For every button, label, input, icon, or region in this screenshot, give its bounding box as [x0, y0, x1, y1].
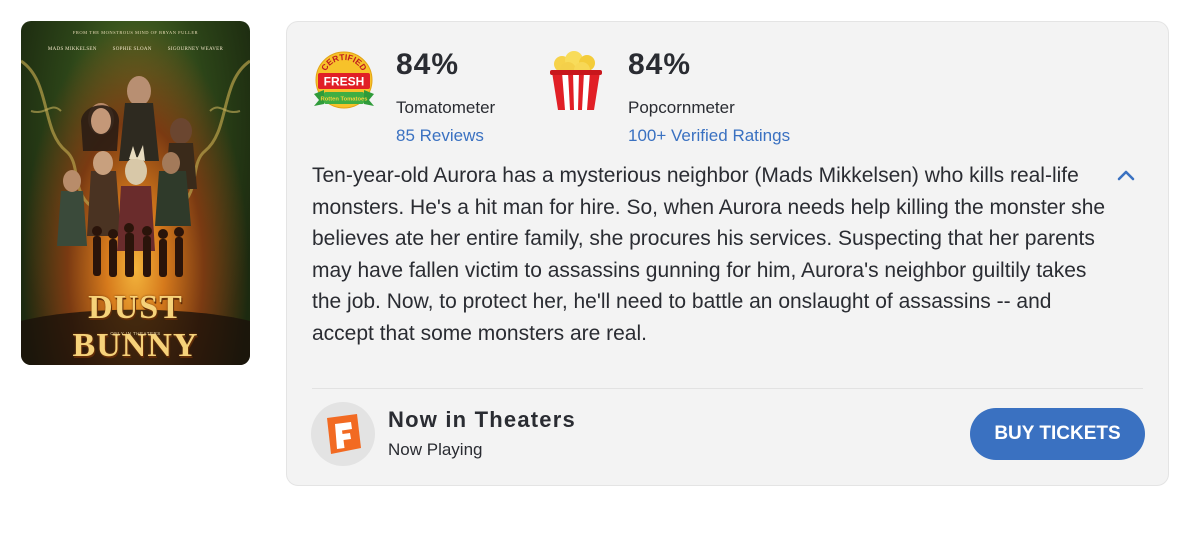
tomatometer-reviews-link[interactable]: 85 Reviews [396, 126, 484, 146]
popcornmeter-ratings-link[interactable]: 100+ Verified Ratings [628, 126, 790, 146]
movie-synopsis: Ten-year-old Aurora has a mysterious nei… [312, 164, 1106, 345]
chevron-up-icon[interactable] [1114, 164, 1138, 188]
poster-tagline: FROM THE MONSTROUS MIND OF BRYAN FULLER [72, 30, 199, 35]
poster-cast-3: SIGOURNEY WEAVER [167, 47, 224, 52]
theaters-title: Now in Theaters [388, 407, 576, 432]
movie-info-card: CERTIFIED FRESH Rotten Tomatoes 84% Toma… [286, 21, 1169, 486]
popcornmeter-label: Popcornmeter [628, 98, 735, 117]
badge-mid-text: FRESH [324, 75, 365, 89]
divider [312, 388, 1143, 389]
fandango-logo-icon [311, 402, 375, 466]
popcorn-bucket-icon [550, 51, 602, 110]
poster-cast: MADS MIKKELSEN SOPHIE SLOAN SIGOURNEY WE… [21, 47, 250, 52]
movie-poster[interactable]: FROM THE MONSTROUS MIND OF BRYAN FULLER … [21, 21, 250, 365]
tomatometer-score: 84% [396, 48, 460, 81]
poster-title: DUST BUNNY [72, 289, 199, 364]
buy-tickets-button[interactable]: BUY TICKETS [970, 408, 1145, 460]
theaters-subtitle: Now Playing [388, 440, 483, 459]
poster-cast-2: SOPHIE SLOAN [112, 47, 152, 52]
poster-cast-1: MADS MIKKELSEN [47, 47, 97, 52]
tomatometer-label: Tomatometer [396, 98, 496, 117]
popcornmeter-score: 84% [628, 48, 692, 81]
badge-bottom-text: Rotten Tomatoes [321, 97, 368, 103]
certified-fresh-icon: CERTIFIED FRESH Rotten Tomatoes [314, 51, 374, 109]
poster-release: ONLY IN THEATERS [110, 331, 161, 336]
